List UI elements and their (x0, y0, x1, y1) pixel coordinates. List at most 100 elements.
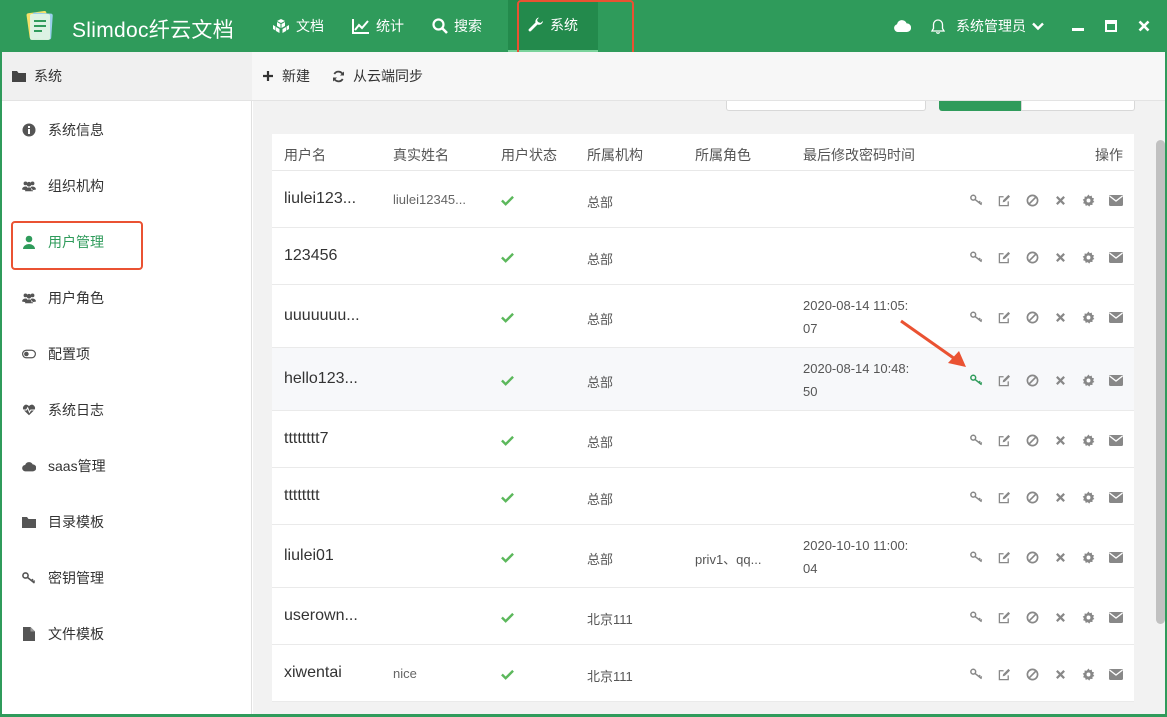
col-header-pwd-time[interactable]: 最后修改密码时间 (803, 145, 915, 165)
row-actions (962, 487, 1130, 507)
settings-button[interactable] (1074, 607, 1102, 627)
sync-button[interactable]: 从云端同步 (332, 66, 423, 86)
table-row[interactable]: userown... 北京111 (272, 588, 1134, 645)
reset-password-button[interactable] (962, 487, 990, 507)
edit-button[interactable] (990, 487, 1018, 507)
reset-password-button[interactable] (962, 607, 990, 627)
sidebar-item-file-template[interactable]: 文件模板 (22, 606, 242, 662)
edit-button[interactable] (990, 547, 1018, 567)
sidebar-item-label: 用户管理 (48, 234, 104, 250)
table-row[interactable]: tttttttt7 总部 (272, 411, 1134, 468)
delete-button[interactable] (1046, 430, 1074, 450)
table-row[interactable]: liulei01 总部 priv1、qq... 2020-10-10 11:00: 04 (272, 525, 1134, 588)
email-button[interactable] (1102, 430, 1130, 450)
disable-button[interactable] (1018, 430, 1046, 450)
settings-button[interactable] (1074, 370, 1102, 390)
settings-button[interactable] (1074, 247, 1102, 267)
email-button[interactable] (1102, 370, 1130, 390)
new-button[interactable]: 新建 (262, 66, 310, 86)
sidebar-item-key-management[interactable]: 密钥管理 (22, 550, 242, 606)
sidebar-item-user-management[interactable]: 用户管理 (22, 214, 242, 270)
table-row[interactable]: 123456 总部 (272, 228, 1134, 285)
disable-button[interactable] (1018, 487, 1046, 507)
reset-password-button[interactable] (962, 190, 990, 210)
disable-button[interactable] (1018, 190, 1046, 210)
user-menu[interactable]: 系统管理员 (956, 16, 1045, 36)
disable-button[interactable] (1018, 370, 1046, 390)
settings-button[interactable] (1074, 190, 1102, 210)
sidebar-item-user-roles[interactable]: 用户角色 (22, 270, 242, 326)
filter-button-primary[interactable] (939, 101, 1021, 111)
delete-button[interactable] (1046, 307, 1074, 327)
col-header-status[interactable]: 用户状态 (501, 145, 557, 165)
delete-button[interactable] (1046, 487, 1074, 507)
edit-button[interactable] (990, 190, 1018, 210)
cloud-button[interactable] (884, 0, 920, 52)
delete-button[interactable] (1046, 547, 1074, 567)
search-input[interactable] (726, 101, 926, 111)
notification-button[interactable] (920, 0, 956, 52)
settings-button[interactable] (1074, 430, 1102, 450)
settings-button[interactable] (1074, 307, 1102, 327)
nav-docs[interactable]: 文档 (258, 0, 338, 52)
sidebar-item-system-info[interactable]: 系统信息 (22, 102, 242, 158)
edit-button[interactable] (990, 247, 1018, 267)
edit-button[interactable] (990, 430, 1018, 450)
edit-button[interactable] (990, 664, 1018, 684)
disable-button[interactable] (1018, 547, 1046, 567)
edit-button[interactable] (990, 607, 1018, 627)
table-row[interactable]: uuuuuuu... 总部 2020-08-14 11:05: 07 (272, 285, 1134, 348)
cell-username: xiwentai (284, 664, 342, 681)
table-row[interactable]: hello123... 总部 2020-08-14 10:48: 50 (272, 348, 1134, 411)
close-button[interactable] (1127, 0, 1161, 52)
scrollbar-thumb[interactable] (1156, 140, 1165, 624)
sidebar-item-saas[interactable]: saas管理 (22, 438, 242, 494)
nav-search[interactable]: 搜索 (418, 0, 496, 52)
delete-button[interactable] (1046, 370, 1074, 390)
col-header-actions: 操作 (1095, 147, 1123, 163)
col-header-username[interactable]: 用户名 (284, 145, 326, 165)
reset-password-button[interactable] (962, 247, 990, 267)
delete-button[interactable] (1046, 247, 1074, 267)
settings-button[interactable] (1074, 487, 1102, 507)
nav-system[interactable]: 系统 (508, 0, 598, 52)
col-header-role[interactable]: 所属角色 (695, 145, 751, 165)
email-button[interactable] (1102, 607, 1130, 627)
email-button[interactable] (1102, 190, 1130, 210)
sidebar-item-system-log[interactable]: 系统日志 (22, 382, 242, 438)
email-button[interactable] (1102, 247, 1130, 267)
delete-button[interactable] (1046, 664, 1074, 684)
disable-button[interactable] (1018, 247, 1046, 267)
mail-icon (1109, 551, 1123, 563)
filter-button-secondary[interactable] (1021, 101, 1135, 111)
email-button[interactable] (1102, 664, 1130, 684)
edit-button[interactable] (990, 307, 1018, 327)
cell-username: liulei123... (284, 190, 357, 207)
email-button[interactable] (1102, 307, 1130, 327)
email-button[interactable] (1102, 547, 1130, 567)
delete-button[interactable] (1046, 190, 1074, 210)
nav-stats[interactable]: 统计 (338, 0, 418, 52)
maximize-button[interactable] (1094, 0, 1127, 52)
table-row[interactable]: xiwentai nice 北京111 (272, 645, 1134, 702)
sidebar-item-organization[interactable]: 组织机构 (22, 158, 242, 214)
sidebar-item-dir-template[interactable]: 目录模板 (22, 494, 242, 550)
ban-icon (1026, 491, 1039, 504)
reset-password-button[interactable] (962, 430, 990, 450)
settings-button[interactable] (1074, 547, 1102, 567)
col-header-org[interactable]: 所属机构 (587, 145, 643, 165)
table-row[interactable]: tttttttt 总部 (272, 468, 1134, 525)
col-header-realname[interactable]: 真实姓名 (393, 145, 449, 165)
minimize-button[interactable] (1061, 0, 1094, 52)
disable-button[interactable] (1018, 664, 1046, 684)
disable-button[interactable] (1018, 307, 1046, 327)
reset-password-button[interactable] (962, 547, 990, 567)
settings-button[interactable] (1074, 664, 1102, 684)
delete-button[interactable] (1046, 607, 1074, 627)
reset-password-button[interactable] (962, 664, 990, 684)
email-button[interactable] (1102, 487, 1130, 507)
sidebar-item-config[interactable]: 配置项 (22, 326, 242, 382)
table-row[interactable]: liulei123... liulei12345... 总部 (272, 171, 1134, 228)
disable-button[interactable] (1018, 607, 1046, 627)
edit-button[interactable] (990, 370, 1018, 390)
